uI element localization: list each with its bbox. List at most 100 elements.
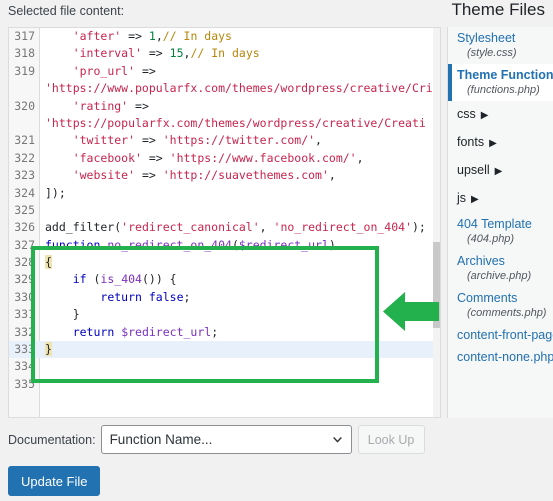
line-number: 325 [14,202,35,217]
code-line[interactable]: 325 [9,202,440,219]
code-token: 'https://www.popularfx.com/themes/wordpr… [45,81,433,96]
code-line[interactable]: 331 } [9,306,440,323]
code-line-text [41,358,45,375]
code-line[interactable]: 321 'twitter' => 'https://twitter.com/', [9,132,440,149]
code-line-text: if (is_404()) { [41,271,177,288]
theme-file-item[interactable]: Comments (comments.php) [448,287,553,324]
editor-scrollbar-thumb[interactable] [433,241,440,328]
line-number: 334 [14,359,35,374]
code-line[interactable]: 320 'rating' => [9,98,440,115]
code-token: , [328,168,336,183]
theme-file-name: Comments [457,291,518,305]
code-line-text: function no_redirect_on_404($redirect_ur… [41,237,336,254]
code-line[interactable]: 324]); [9,185,440,202]
code-line[interactable]: 327 function no_redirect_on_404($redirect… [9,237,440,254]
line-number: 331 [14,307,35,322]
line-number: 323 [14,168,35,183]
code-line[interactable]: 332 return $redirect_url; [9,324,440,341]
code-line[interactable]: 323 'website' => 'http://suavethemes.com… [9,167,440,184]
theme-file-item[interactable]: content-front-page.php [448,324,553,346]
code-token: // In days [162,29,232,43]
line-number: 318 [14,46,35,61]
look-up-button[interactable]: Look Up [357,425,425,454]
code-token: ) [328,237,336,252]
code-token: add_filter( [45,220,122,235]
code-line-text: 'twitter' => 'https://twitter.com/', [41,132,322,149]
code-line[interactable]: 335 [9,376,440,393]
line-number: 326 [14,220,35,235]
line-number: 332 [14,324,35,339]
line-number: 317 [14,29,35,43]
code-token: $redirect_url [238,237,329,252]
theme-file-item[interactable]: content-none.php [448,346,553,368]
theme-folder-item[interactable]: js ▶ [448,185,553,213]
code-line-text: 'interval' => 15,// In days [41,45,260,62]
theme-folder-name: js [457,191,467,205]
code-token: ]); [45,185,66,200]
expand-triangle-icon[interactable]: ▶ [489,135,497,152]
theme-file-name: content-front-page.php [457,328,553,342]
theme-folder-item[interactable]: css ▶ [448,101,553,129]
function-name-select-value: Function Name... [109,432,213,447]
line-number: 324 [14,185,35,200]
code-line[interactable]: 329 if (is_404()) { [9,271,440,288]
expand-triangle-icon[interactable]: ▶ [471,191,479,208]
code-token: ( [86,272,101,287]
line-number: 320 [14,98,35,113]
code-token: , [356,150,364,165]
theme-folder-item[interactable]: upsell ▶ [448,157,553,185]
theme-folder-name: fonts [457,135,485,149]
code-token: return [72,324,115,339]
code-token: function [45,237,108,252]
expand-triangle-icon[interactable]: ▶ [495,163,503,180]
code-line[interactable]: 319 'pro_url' => [9,63,440,80]
code-line[interactable]: 334 [9,358,440,375]
theme-file-filename: (functions.php) [467,84,540,96]
code-line[interactable]: 322 'facebook' => 'https://www.facebook.… [9,150,440,167]
theme-file-name: content-none.php [457,350,553,364]
line-number [9,80,40,97]
code-line[interactable]: 333} [9,341,440,359]
code-line-text: ]); [41,185,66,202]
code-token: 'rating' [72,98,129,113]
function-name-select[interactable]: Function Name... [100,425,352,454]
line-number: 319 [14,63,35,78]
code-line[interactable]: 'https://popularfx.com/themes/wordpress/… [9,115,440,132]
theme-file-item[interactable]: Theme Functions (functions.php) [448,64,553,101]
code-line[interactable]: 326 add_filter('redirect_canonical', 'no_… [9,219,440,236]
theme-file-item[interactable]: Archives (archive.php) [448,250,553,287]
theme-file-item[interactable]: 404 Template (404.php) [448,213,553,250]
theme-files-list[interactable]: Stylesheet (style.css) Theme Functions (fun… [448,27,553,368]
theme-folder-item[interactable]: fonts ▶ [448,129,553,157]
code-line[interactable]: 328 { [9,254,440,271]
line-number: 322 [14,150,35,165]
theme-file-filename: (archive.php) [467,270,532,282]
expand-triangle-icon[interactable]: ▶ [481,107,489,124]
theme-file-name: Archives [457,254,505,268]
chevron-down-icon [332,436,342,442]
theme-file-item[interactable]: Stylesheet (style.css) [448,27,553,64]
code-line[interactable]: 318 'interval' => 15,// In days [9,45,440,62]
code-line-text: 'facebook' => 'https://www.facebook.com/… [41,150,364,167]
editor-vertical-scrollbar[interactable] [433,28,440,417]
code-line[interactable]: 'https://www.popularfx.com/themes/wordpr… [9,80,440,97]
code-token: { [45,255,52,270]
code-line-text: 'rating' => [41,98,149,115]
code-lines-container[interactable]: 317 'after' => 1,// In days 318 'interval… [9,28,440,393]
theme-folder-name: upsell [457,163,490,177]
update-file-button[interactable]: Update File [8,466,101,496]
theme-files-sidebar[interactable]: Stylesheet (style.css) Theme Functions (fun… [447,27,553,418]
code-line[interactable]: 317 'after' => 1,// In days [9,28,440,45]
line-number: 335 [14,376,35,391]
code-line[interactable]: 330 return false; [9,289,440,306]
code-line-text: 'website' => 'http://suavethemes.com', [41,167,336,184]
code-line-text: 'pro_url' => [41,63,156,80]
code-editor[interactable]: 317 'after' => 1,// In days 318 'interval… [8,27,441,418]
